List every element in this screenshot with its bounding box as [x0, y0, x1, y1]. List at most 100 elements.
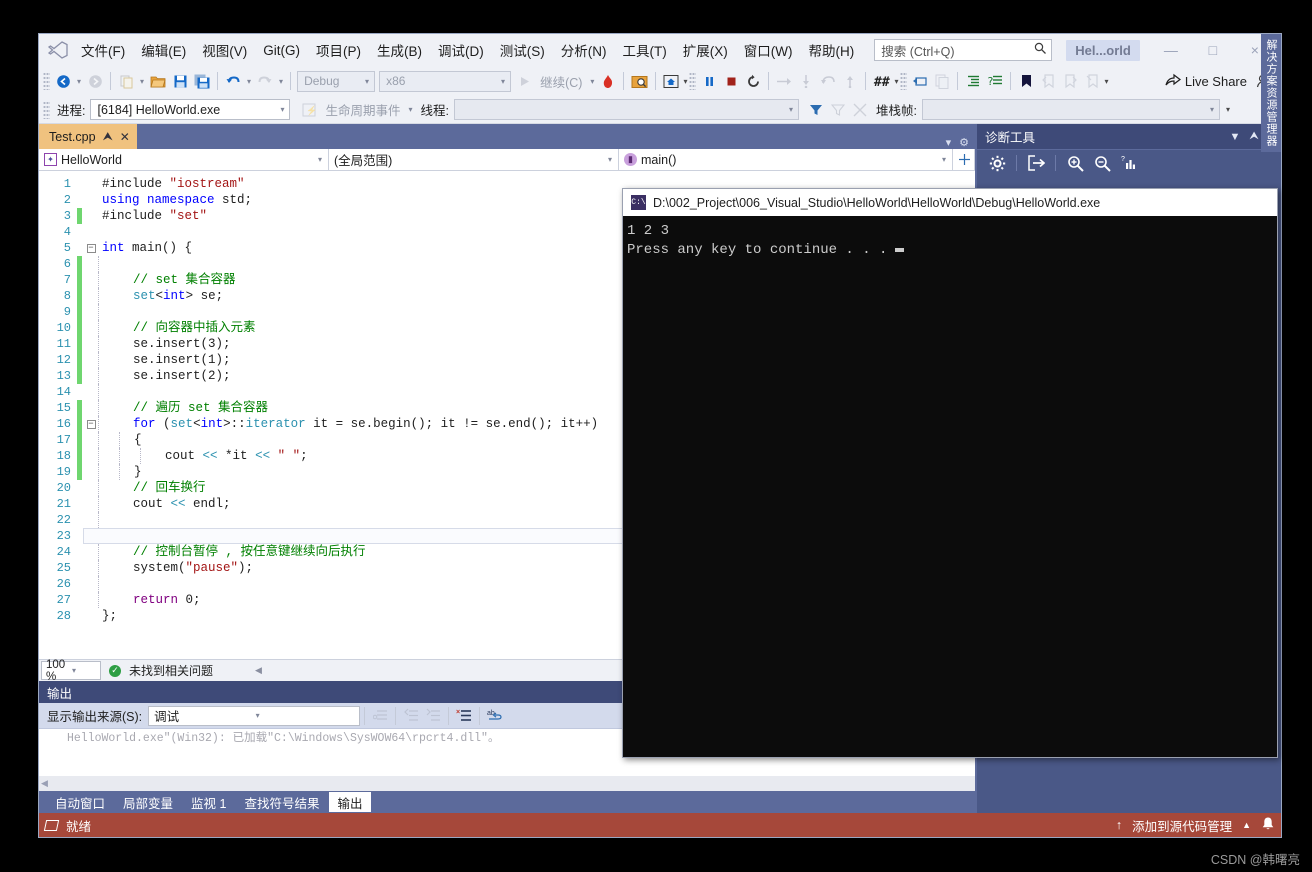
tab-watch-1[interactable]: 监视 1	[183, 792, 235, 812]
minimize-button[interactable]: —	[1150, 36, 1192, 64]
scope-selector[interactable]: (全局范围) ▾	[329, 148, 619, 171]
new-item-icon	[115, 69, 137, 93]
attach-to-process-icon[interactable]	[628, 69, 651, 93]
platform-combo[interactable]: x86 ▾	[379, 70, 512, 92]
scroll-left-icon[interactable]: ◀	[41, 778, 48, 789]
toolbar-grip-2[interactable]	[689, 72, 697, 90]
save-all-icon[interactable]	[191, 69, 213, 93]
zoom-out-icon[interactable]	[1090, 152, 1114, 174]
gear-icon[interactable]	[985, 152, 1009, 174]
pause-debug-icon[interactable]	[698, 69, 720, 93]
menu-item-file[interactable]: 文件(F)	[73, 36, 133, 64]
diag-separator-2	[1055, 155, 1056, 171]
menu-item-window[interactable]: 窗口(W)	[736, 36, 801, 64]
filter-threads-icon[interactable]	[805, 98, 827, 122]
pin-icon[interactable]: ⮝	[103, 129, 113, 144]
menu-item-project[interactable]: 项目(P)	[308, 36, 369, 64]
menu-item-test[interactable]: 测试(S)	[492, 36, 553, 64]
lifecycle-events-label[interactable]: 生命周期事件	[320, 100, 405, 119]
chevron-up-icon[interactable]: ▲	[1242, 820, 1251, 830]
chevron-down-icon: ▾	[788, 105, 793, 114]
close-icon[interactable]: ✕	[120, 130, 130, 144]
stop-debug-icon[interactable]	[720, 69, 742, 93]
tab-test-cpp[interactable]: Test.cpp ⮝ ✕	[39, 124, 137, 149]
thread-marker-icon[interactable]	[909, 69, 931, 93]
menu-item-edit[interactable]: 编辑(E)	[133, 36, 194, 64]
hex-display-icon[interactable]: ##	[870, 69, 893, 93]
restart-debug-icon[interactable]	[742, 69, 764, 93]
editor-scroll-left-icon[interactable]: ◀	[255, 665, 262, 676]
tab-output[interactable]: 输出	[329, 792, 371, 812]
maximize-button[interactable]: □	[1192, 36, 1234, 64]
member-selector[interactable]: ▮ main() ▾	[619, 148, 953, 171]
navigate-back-icon[interactable]	[52, 69, 74, 93]
bookmark-dropdown-icon[interactable]: ▾	[1104, 77, 1108, 86]
hot-reload-icon[interactable]	[597, 69, 619, 93]
source-control-label[interactable]: 添加到源代码管理	[1132, 816, 1232, 835]
tab-locals[interactable]: 局部变量	[115, 792, 182, 812]
notifications-bell-icon[interactable]	[1261, 816, 1275, 834]
hex-dropdown-icon[interactable]: ▾	[894, 77, 898, 86]
console-window[interactable]: C:\ D:\002_Project\006_Visual_Studio\Hel…	[622, 188, 1278, 758]
thread-combo[interactable]: ▾	[454, 99, 799, 120]
tab-autos[interactable]: 自动窗口	[47, 792, 114, 812]
toolbar-grip-3[interactable]	[900, 72, 908, 90]
menu-item-debug[interactable]: 调试(D)	[430, 36, 492, 64]
chevron-down-icon[interactable]: ▼	[1230, 131, 1241, 143]
menu-item-git[interactable]: Git(G)	[255, 39, 308, 62]
solution-explorer-vertical-tab[interactable]: 解决方案资源管理器	[1261, 34, 1281, 152]
menu-item-analyze[interactable]: 分析(N)	[553, 36, 615, 64]
stack-frame-combo[interactable]: ▾	[921, 99, 1220, 120]
toolbar-grip[interactable]	[43, 72, 50, 90]
export-icon[interactable]	[1024, 152, 1048, 174]
line-number: 8	[63, 289, 71, 303]
word-wrap-icon[interactable]: ab	[484, 704, 506, 728]
toolbar-separator-9	[1010, 72, 1012, 90]
save-icon[interactable]	[169, 69, 191, 93]
chevron-down-icon: ▾	[365, 76, 370, 86]
fold-glyph[interactable]: −	[84, 419, 98, 429]
menu-item-help[interactable]: 帮助(H)	[800, 36, 862, 64]
tab-list-dropdown-icon[interactable]: ▾	[946, 136, 952, 149]
comment-lines-icon[interactable]: ?	[984, 69, 1006, 93]
home-window-icon[interactable]	[660, 69, 682, 93]
debug-toolbar-overflow-icon[interactable]: ▾	[1226, 105, 1230, 114]
change-marker	[77, 576, 82, 592]
open-file-icon[interactable]	[147, 69, 169, 93]
debug-toolbar-grip[interactable]	[43, 100, 50, 119]
pin-icon[interactable]: ⮝	[1249, 130, 1258, 143]
tab-find-symbol-results[interactable]: 查找符号结果	[236, 792, 328, 812]
output-source-label: 显示输出来源(S):	[47, 710, 143, 724]
indent-lines-icon[interactable]	[962, 69, 984, 93]
menu-item-build[interactable]: 生成(B)	[369, 36, 430, 64]
project-selector[interactable]: ✦ HelloWorld ▾	[39, 148, 329, 171]
menu-item-tools[interactable]: 工具(T)	[615, 36, 675, 64]
undo-dropdown-icon[interactable]: ▾	[244, 77, 254, 86]
output-hscrollbar[interactable]: ◀	[39, 776, 975, 791]
code-text: system("pause");	[103, 561, 254, 575]
clear-all-icon[interactable]: ×	[453, 704, 475, 728]
process-combo[interactable]: [6184] HelloWorld.exe ▾	[90, 99, 291, 120]
continue-label[interactable]: 继续(C)	[535, 72, 587, 91]
change-marker	[77, 448, 82, 464]
undo-icon[interactable]	[222, 69, 244, 93]
menu-item-view[interactable]: 视图(V)	[194, 36, 255, 64]
menu-item-extensions[interactable]: 扩展(X)	[675, 36, 736, 64]
home-dropdown-icon[interactable]: ▾	[683, 77, 687, 86]
zoom-level-combo[interactable]: 100 % ▾	[41, 659, 101, 683]
search-input[interactable]: 搜索 (Ctrl+Q)	[874, 39, 1053, 61]
tab-strip-actions-icon[interactable]: ⚙	[959, 136, 969, 149]
live-share-button[interactable]: Live Share	[1165, 73, 1253, 90]
new-item-dropdown-icon[interactable]: ▾	[137, 77, 147, 86]
chart-icon[interactable]: ?	[1117, 152, 1141, 174]
continue-dropdown-icon[interactable]: ▾	[587, 77, 597, 86]
split-view-icon[interactable]	[953, 148, 975, 171]
redo-dropdown-icon[interactable]: ▾	[276, 77, 286, 86]
configuration-combo[interactable]: Debug ▾	[297, 70, 376, 92]
bookmark-icon[interactable]	[1015, 69, 1037, 93]
output-source-combo[interactable]: 调试 ▾	[148, 705, 361, 726]
back-dropdown-icon[interactable]: ▾	[74, 77, 84, 86]
lifecycle-dropdown-icon[interactable]: ▾	[406, 105, 416, 114]
zoom-in-icon[interactable]	[1063, 152, 1087, 174]
fold-glyph[interactable]: −	[84, 243, 98, 253]
